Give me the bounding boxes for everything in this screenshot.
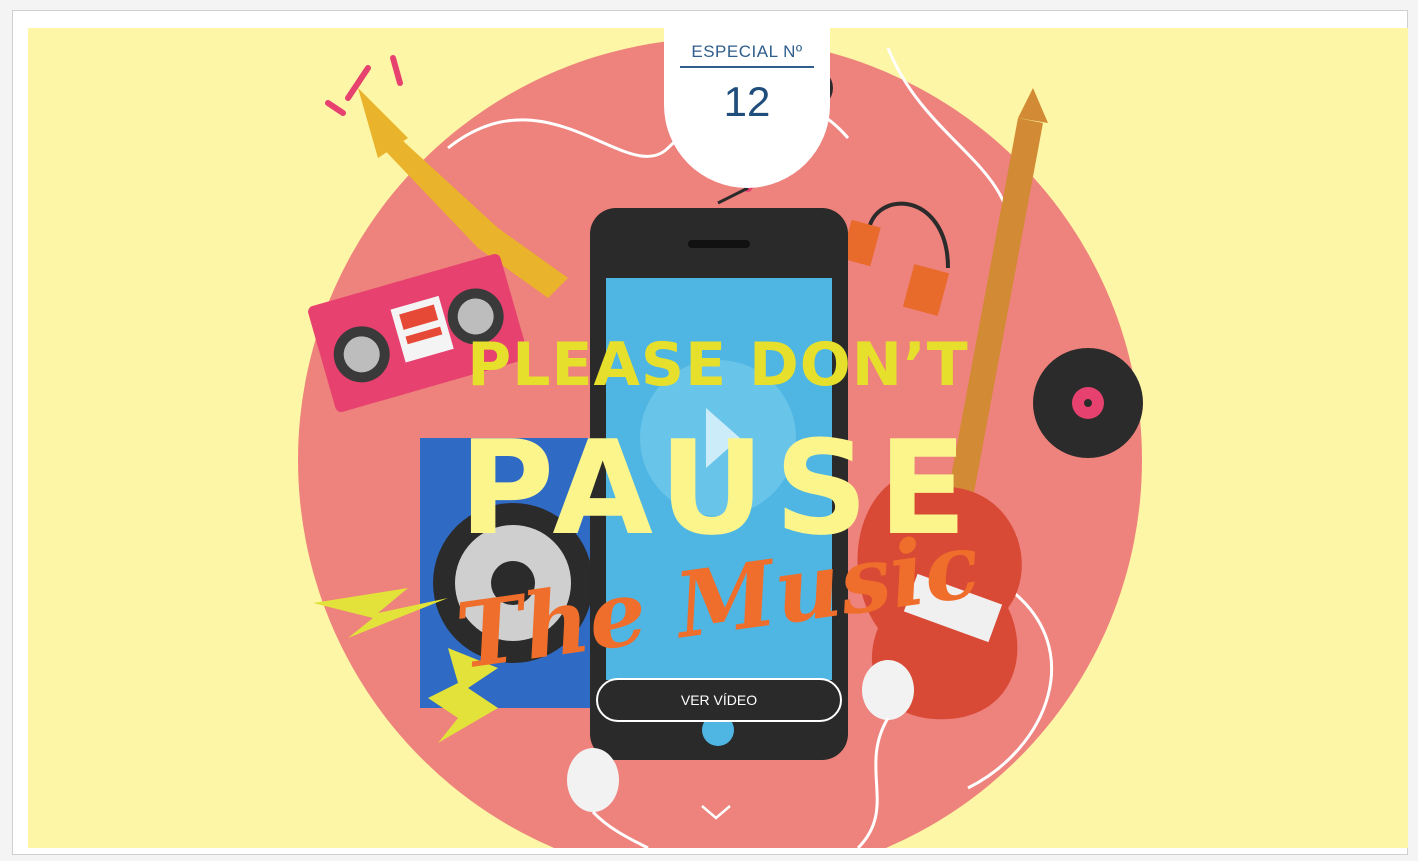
badge-number: 12	[723, 78, 771, 125]
hero-banner: ESPECIAL Nº 12 PLEASE DON’T PAUSE The Mu…	[28, 28, 1408, 848]
badge-label: ESPECIAL Nº	[680, 42, 814, 68]
chevron-down-icon[interactable]	[698, 798, 734, 824]
watch-video-button[interactable]: VER VÍDEO	[596, 678, 842, 722]
watch-video-label: VER VÍDEO	[680, 692, 758, 708]
issue-badge: ESPECIAL Nº 12	[664, 28, 830, 188]
title-line-1: PLEASE DON’T	[467, 330, 969, 400]
